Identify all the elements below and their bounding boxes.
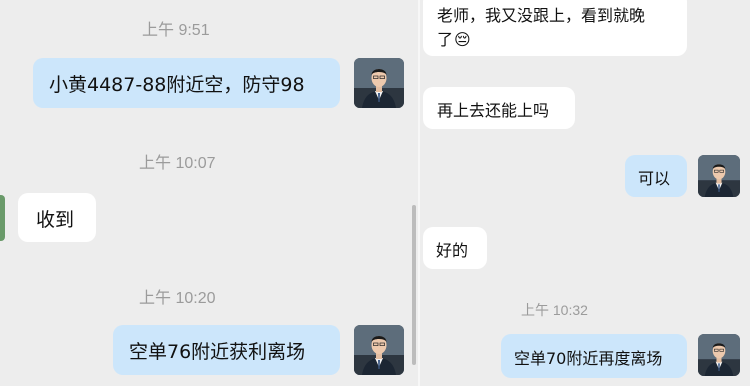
timestamp: 上午 10:32 <box>521 302 588 318</box>
avatar-photo-icon <box>354 325 404 375</box>
message-bubble-received[interactable]: 好的 <box>423 227 487 269</box>
message-text: 空单70附近再度离场 <box>514 349 663 368</box>
user-avatar[interactable] <box>354 325 404 375</box>
avatar-photo-icon <box>354 58 404 108</box>
pensive-face-icon: 😔 <box>454 30 471 49</box>
user-avatar[interactable] <box>354 58 404 108</box>
chat-panel-left[interactable]: 上午 9:51 小黄4487-88附近空，防守98 上午 10:07 收到 上午… <box>0 0 418 386</box>
message-text-line: 了 <box>437 30 454 49</box>
message-text: 可以 <box>638 169 671 188</box>
message-bubble-sent[interactable]: 可以 <box>625 155 687 197</box>
message-text: 小黄4487-88附近空，防守98 <box>49 74 305 96</box>
user-avatar[interactable] <box>698 155 740 197</box>
message-bubble-sent[interactable]: 空单76附近获利离场 <box>113 325 340 375</box>
timestamp: 上午 9:51 <box>142 22 210 39</box>
message-bubble-received[interactable]: 收到 <box>18 193 96 242</box>
contact-avatar-partial[interactable] <box>0 195 5 241</box>
avatar-photo-icon <box>698 155 740 197</box>
timestamp: 上午 10:07 <box>139 155 216 172</box>
message-bubble-sent[interactable]: 小黄4487-88附近空，防守98 <box>33 58 340 108</box>
message-bubble-received[interactable]: 老师，我又没跟上，看到就晚 了😔 <box>423 0 687 56</box>
scrollbar[interactable] <box>412 205 416 365</box>
message-text: 空单76附近获利离场 <box>129 341 306 363</box>
chat-panel-right[interactable]: 老师，我又没跟上，看到就晚 了😔 再上去还能上吗 可以 好的 上午 10:32 … <box>420 0 750 386</box>
message-text: 收到 <box>36 209 75 231</box>
message-text-line: 老师，我又没跟上，看到就晚 <box>437 6 646 25</box>
user-avatar[interactable] <box>698 334 740 376</box>
message-text: 再上去还能上吗 <box>437 101 550 120</box>
message-bubble-received[interactable]: 再上去还能上吗 <box>423 87 575 129</box>
timestamp: 上午 10:20 <box>139 290 216 307</box>
message-bubble-sent[interactable]: 空单70附近再度离场 <box>501 334 687 378</box>
avatar-photo-icon <box>698 334 740 376</box>
message-text: 好的 <box>436 241 469 260</box>
